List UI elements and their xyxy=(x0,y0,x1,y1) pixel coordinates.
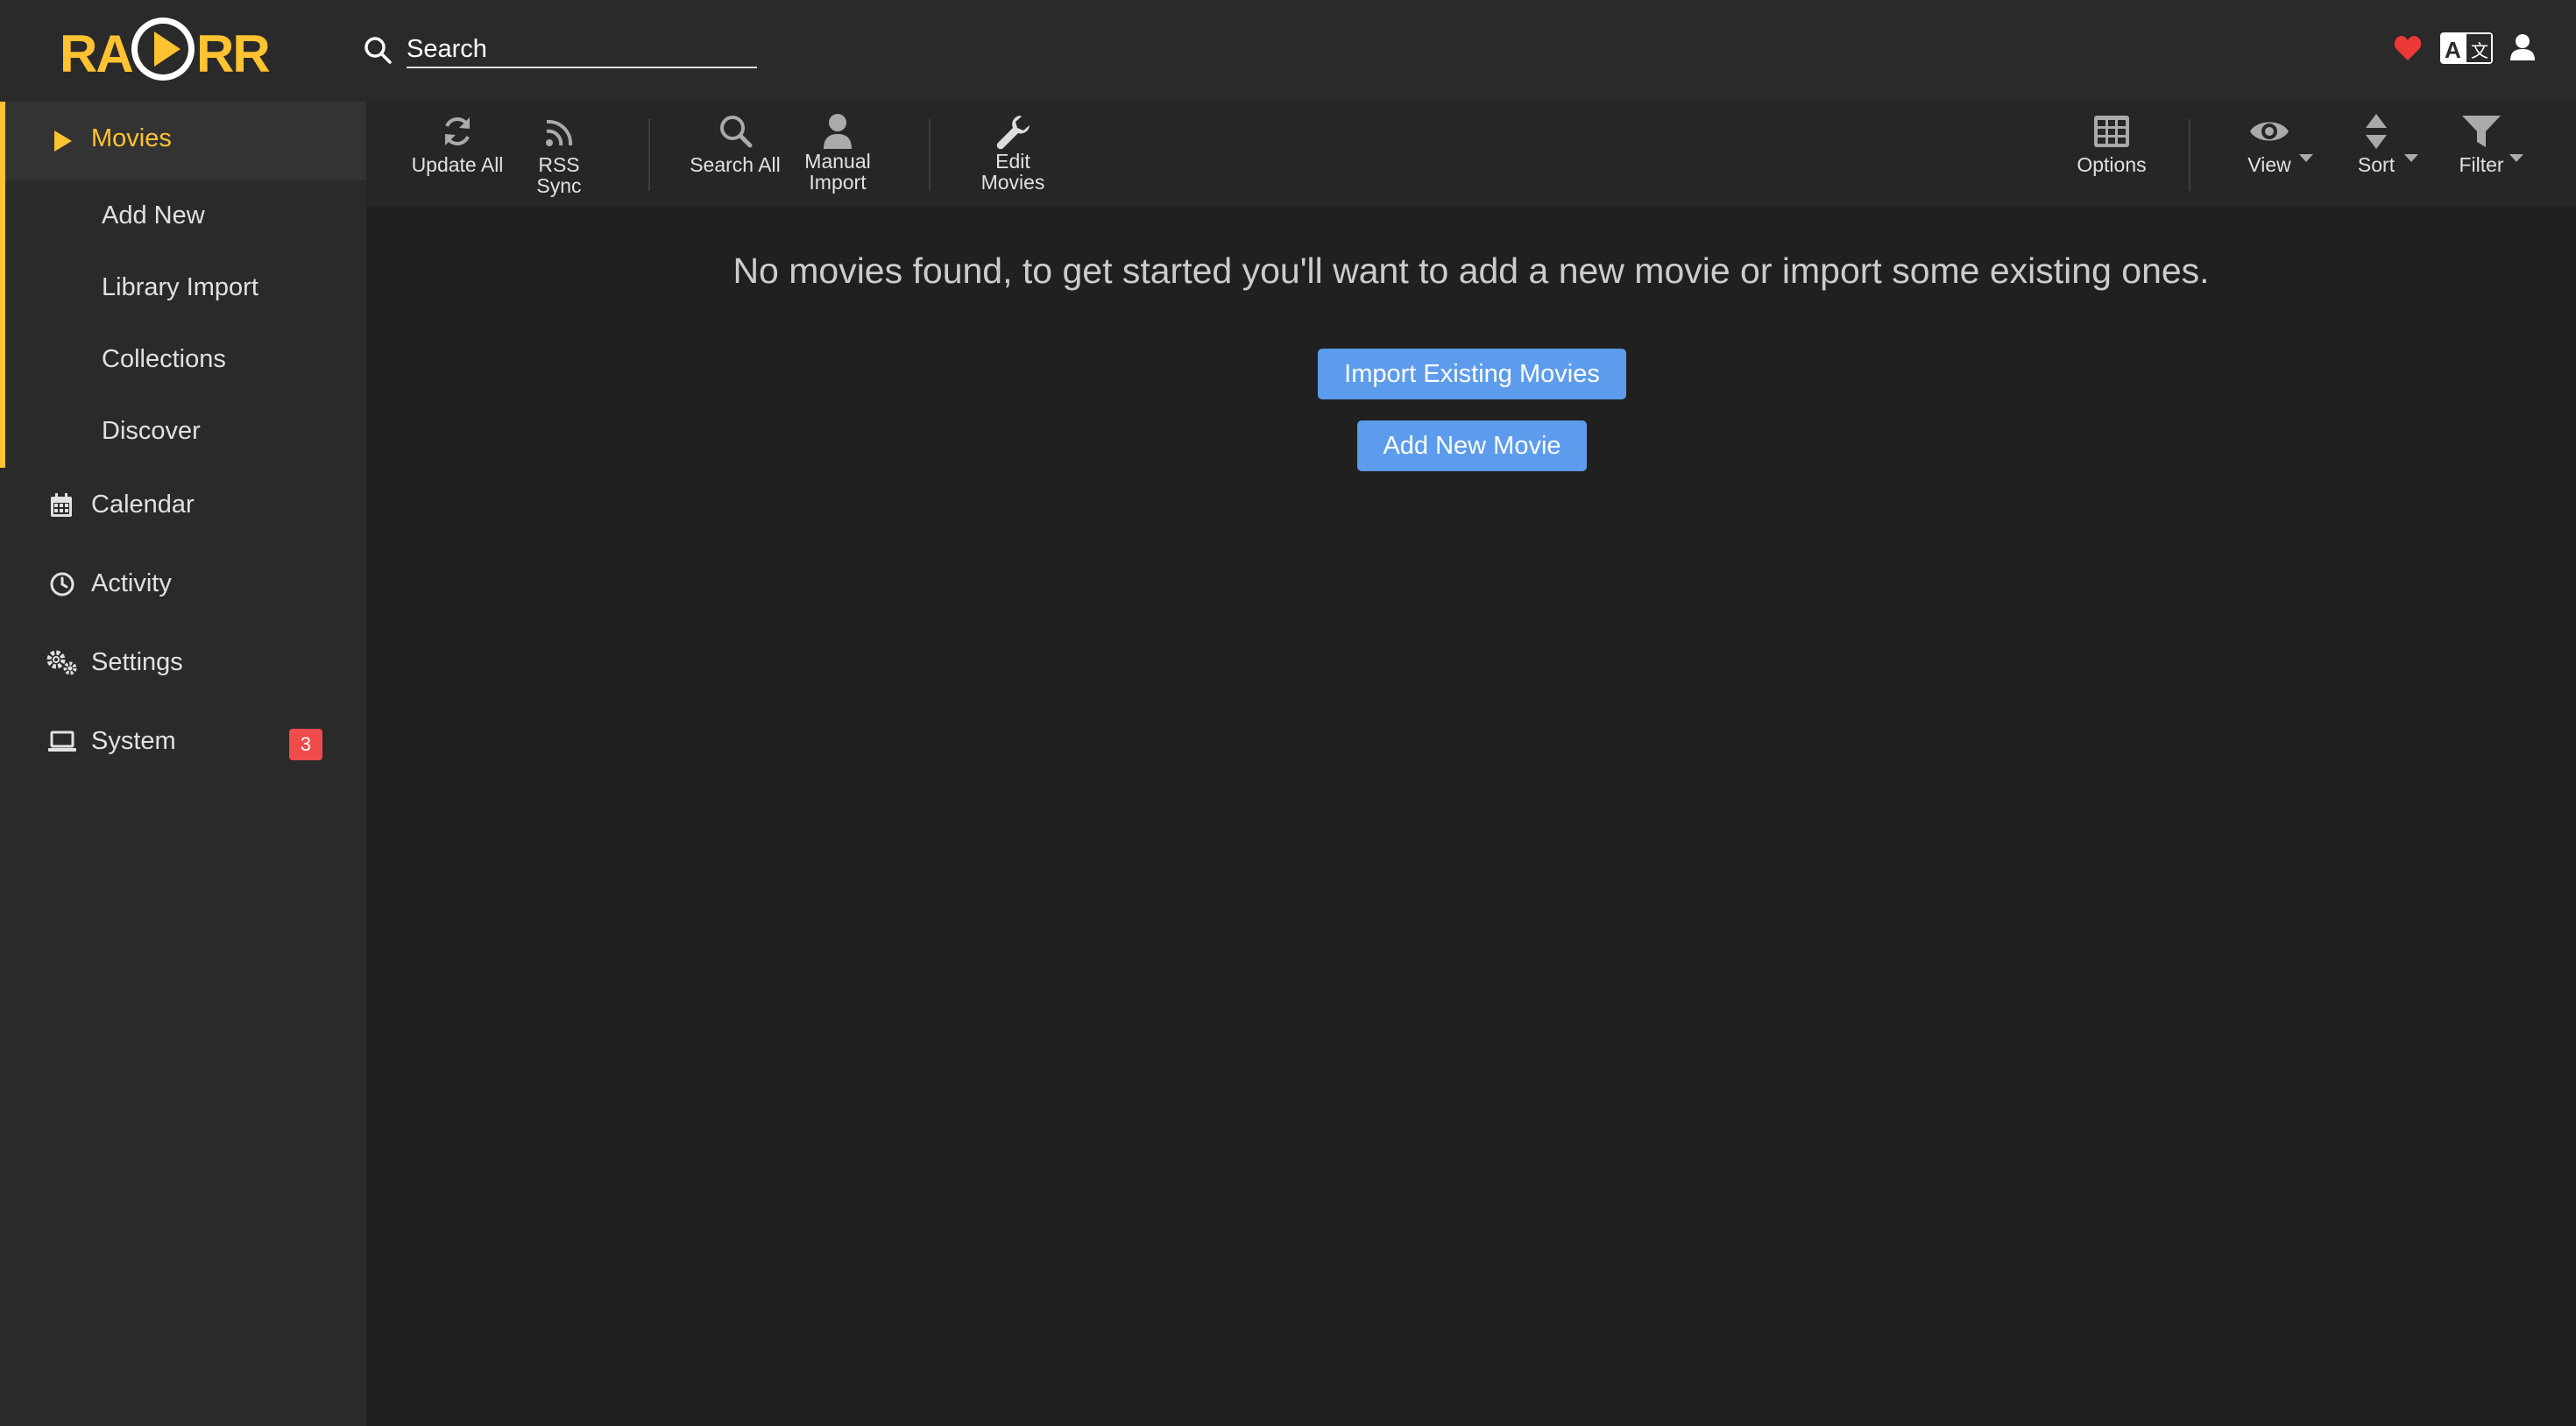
rss-sync-label: RSS Sync xyxy=(536,153,582,197)
sidebar-item-collections[interactable]: Collections xyxy=(102,345,226,374)
edit-movies-label-line1: Edit xyxy=(995,150,1030,173)
app-header: RA RR A 文 xyxy=(0,0,2576,102)
sidebar-item-label: System xyxy=(91,727,176,755)
import-existing-movies-button[interactable]: Import Existing Movies xyxy=(1318,349,1626,399)
toolbar-separator xyxy=(648,119,650,191)
svg-text:文: 文 xyxy=(2471,40,2488,61)
sidebar: Movies Add New Library Import Collection… xyxy=(0,102,366,1426)
sidebar-item-label: Movies xyxy=(91,124,172,152)
manual-import-label-line2: Import xyxy=(809,171,867,194)
search-all-label: Search All xyxy=(690,153,781,176)
update-all-button[interactable]: Update All xyxy=(405,112,510,175)
movies-nav-group: Movies Add New Library Import Collection… xyxy=(0,102,366,468)
sidebar-item-discover[interactable]: Discover xyxy=(102,417,201,446)
search-bar xyxy=(363,28,757,72)
sidebar-item-movies[interactable]: Movies xyxy=(5,102,366,180)
chevron-down-icon xyxy=(2299,154,2313,162)
toolbar-separator xyxy=(2189,119,2190,191)
toolbar-separator xyxy=(929,119,931,191)
page-toolbar: Update All RSS Sync Search All Manual Im… xyxy=(366,102,2576,207)
view-menu-button[interactable]: View xyxy=(2227,112,2311,175)
clock-icon xyxy=(50,572,74,597)
refresh-icon xyxy=(445,117,470,145)
sidebar-item-label: Activity xyxy=(91,569,172,597)
table-icon xyxy=(2094,116,2129,147)
empty-state-message: No movies found, to get started you'll w… xyxy=(732,251,2210,291)
play-icon xyxy=(54,131,72,152)
search-input[interactable] xyxy=(407,32,757,68)
user-icon[interactable] xyxy=(2509,33,2536,61)
radarr-logo[interactable]: RA RR xyxy=(58,12,277,88)
sidebar-item-label: Settings xyxy=(91,648,183,676)
search-icon xyxy=(364,37,392,64)
filter-menu-button[interactable]: Filter xyxy=(2439,112,2523,175)
filter-icon xyxy=(2462,116,2501,147)
rss-icon xyxy=(546,119,573,146)
add-new-movie-button[interactable]: Add New Movie xyxy=(1357,420,1587,471)
user-icon xyxy=(824,114,852,149)
svg-text:RA: RA xyxy=(60,25,132,83)
heart-icon[interactable] xyxy=(2394,35,2422,61)
svg-text:A: A xyxy=(2445,37,2461,63)
laptop-icon xyxy=(48,731,76,752)
status-badge: 3 xyxy=(289,729,322,760)
sidebar-item-label: Calendar xyxy=(91,491,195,519)
search-icon xyxy=(720,116,753,148)
svg-text:RR: RR xyxy=(196,25,270,83)
gears-icon xyxy=(46,650,77,675)
sort-menu-button[interactable]: Sort xyxy=(2334,112,2418,175)
search-all-button[interactable]: Search All xyxy=(689,112,782,175)
sort-icon xyxy=(2366,114,2387,149)
edit-movies-button[interactable]: Edit Movies xyxy=(971,112,1055,193)
manual-import-label-line1: Manual xyxy=(804,150,871,173)
calendar-icon xyxy=(51,493,72,517)
update-all-label: Update All xyxy=(411,153,504,176)
manual-import-button[interactable]: Manual Import xyxy=(796,112,880,193)
edit-movies-label-line2: Movies xyxy=(980,171,1045,194)
options-button[interactable]: Options xyxy=(2064,112,2159,175)
wrench-icon xyxy=(996,116,1030,150)
translate-icon[interactable]: A 文 xyxy=(2439,32,2494,65)
rss-sync-button[interactable]: RSS Sync xyxy=(513,112,605,196)
chevron-down-icon xyxy=(2509,154,2523,162)
sidebar-item-add-new[interactable]: Add New xyxy=(102,201,205,230)
sidebar-item-library-import[interactable]: Library Import xyxy=(102,273,258,302)
eye-icon xyxy=(2250,122,2289,141)
chevron-down-icon xyxy=(2404,154,2418,162)
options-label: Options xyxy=(2077,153,2147,176)
